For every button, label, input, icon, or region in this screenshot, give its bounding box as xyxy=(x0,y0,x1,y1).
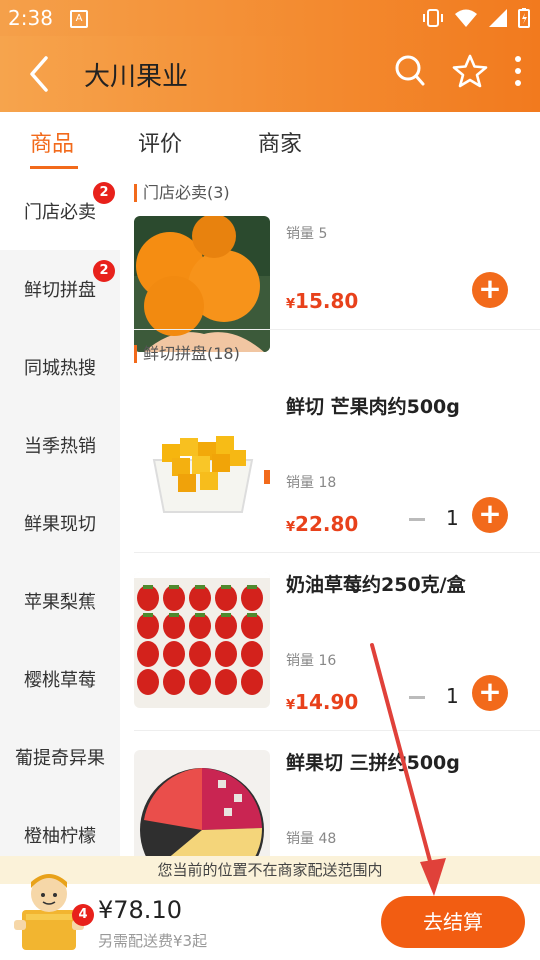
product-sales: 销量 16 xyxy=(286,653,337,669)
page-title: 大川果业 xyxy=(84,62,189,92)
product-price: ¥15.80 xyxy=(286,289,359,313)
tab-reviews[interactable]: 评价 xyxy=(138,126,182,158)
sidebar-item-label: 当季热销 xyxy=(24,436,96,457)
active-tab-indicator xyxy=(30,166,78,169)
signal-icon xyxy=(489,9,507,27)
sidebar-item-local-hot-search[interactable]: 同城热搜 xyxy=(0,328,120,406)
app-header: 大川果业 xyxy=(0,36,540,112)
product-card[interactable]: 鲜果切 三拼约500g 销量 48 + xyxy=(134,738,526,862)
product-image-mango xyxy=(134,400,270,536)
product-sales: 销量 48 xyxy=(286,831,337,847)
status-bar: 2:38 A xyxy=(0,0,540,36)
sidebar-badge: 2 xyxy=(93,182,115,204)
sidebar-item-cherry-strawberry[interactable]: 樱桃草莓 xyxy=(0,640,120,718)
product-image-strawberries xyxy=(134,572,270,708)
product-sales: 销量 5 xyxy=(286,226,328,242)
decrease-quantity-button[interactable] xyxy=(409,696,425,699)
back-icon[interactable] xyxy=(22,54,58,94)
product-image-oranges xyxy=(134,216,270,352)
product-card[interactable]: 鲜切 芒果肉约500g 销量 18 ¥22.80 1 + xyxy=(134,382,526,542)
sidebar-item-fresh-cut-platter[interactable]: 鲜切拼盘 2 xyxy=(0,250,120,328)
battery-icon xyxy=(518,8,530,28)
search-icon[interactable] xyxy=(394,54,426,88)
notification-a-icon: A xyxy=(70,10,88,28)
sidebar-item-label: 橙柚柠檬 xyxy=(24,826,96,847)
product-price: ¥14.90 xyxy=(286,690,359,714)
tab-merchant[interactable]: 商家 xyxy=(258,126,302,158)
product-name: 奶油草莓约250克/盒 xyxy=(286,574,466,596)
product-card[interactable]: 奶油草莓约250克/盒 销量 16 ¥14.90 1 + xyxy=(134,560,526,720)
sidebar-item-fresh-cut-fruit[interactable]: 鲜果现切 xyxy=(0,484,120,562)
vibrate-icon xyxy=(423,9,443,27)
status-time: 2:38 xyxy=(8,6,53,30)
cart-total: ¥78.10 xyxy=(98,896,182,924)
product-sales: 销量 18 xyxy=(286,475,337,491)
sidebar-item-label: 苹果梨蕉 xyxy=(24,592,96,613)
sidebar-item-label: 葡提奇异果 xyxy=(15,748,105,769)
header-actions xyxy=(394,54,522,88)
sidebar-item-label: 鲜果现切 xyxy=(24,514,96,535)
more-icon[interactable] xyxy=(514,54,522,88)
product-quantity: 1 xyxy=(446,684,459,708)
product-name: 鲜果切 三拼约500g xyxy=(286,752,460,774)
category-sidebar: 门店必卖 2 鲜切拼盘 2 同城热搜 当季热销 鲜果现切 苹果梨蕉 樱桃草莓 葡… xyxy=(0,172,120,862)
product-name: 鲜切 芒果肉约500g xyxy=(286,396,460,418)
star-icon[interactable] xyxy=(452,54,488,88)
decrease-quantity-button[interactable] xyxy=(409,518,425,521)
sidebar-badge: 2 xyxy=(93,260,115,282)
product-image-mixed-fruit xyxy=(134,750,270,862)
add-to-cart-button[interactable]: + xyxy=(472,497,508,533)
divider xyxy=(134,329,540,330)
sidebar-item-apple-pear-banana[interactable]: 苹果梨蕉 xyxy=(0,562,120,640)
divider xyxy=(134,552,540,553)
product-list[interactable]: 门店必卖(3) 销量 5 ¥15.80 + 鲜切拼盘(18) 鲜切 芒果肉约50… xyxy=(120,172,540,862)
add-to-cart-button[interactable]: + xyxy=(472,272,508,308)
cart-bar: 4 ¥78.10 另需配送费¥3起 去结算 xyxy=(0,874,540,960)
sidebar-item-label: 樱桃草莓 xyxy=(24,670,96,691)
add-to-cart-button[interactable]: + xyxy=(472,675,508,711)
product-quantity: 1 xyxy=(446,506,459,530)
cart-count-badge: 4 xyxy=(72,904,94,926)
divider xyxy=(134,730,540,731)
tab-products[interactable]: 商品 xyxy=(30,126,74,158)
delivery-fee-note: 另需配送费¥3起 xyxy=(98,932,208,950)
sidebar-item-label: 同城热搜 xyxy=(24,358,96,379)
section-header-fresh-cut-platter: 鲜切拼盘(18) xyxy=(134,345,240,363)
sidebar-item-seasonal-bestsellers[interactable]: 当季热销 xyxy=(0,406,120,484)
wifi-icon xyxy=(455,9,477,27)
status-icons xyxy=(422,8,530,28)
checkout-button[interactable]: 去结算 xyxy=(381,896,525,948)
sidebar-item-store-must-sell[interactable]: 门店必卖 2 xyxy=(0,172,120,250)
product-price: ¥22.80 xyxy=(286,512,359,536)
product-card[interactable]: 销量 5 ¥15.80 + xyxy=(134,172,526,352)
sidebar-item-grape-kiwi[interactable]: 葡提奇异果 xyxy=(0,718,120,796)
tab-bar: 商品 评价 商家 xyxy=(0,112,540,172)
